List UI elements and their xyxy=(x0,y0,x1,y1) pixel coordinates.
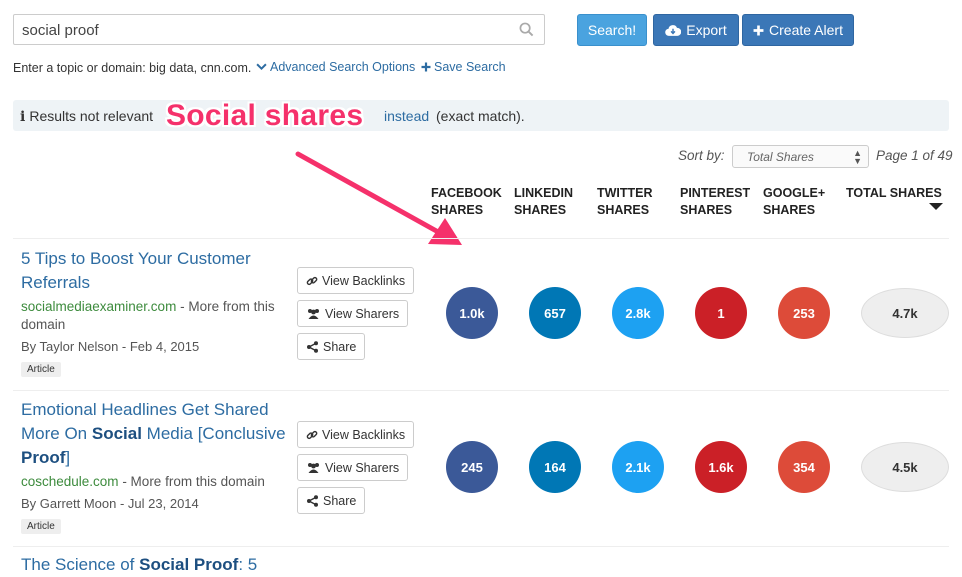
result-byline: By Taylor Nelson - Feb 4, 2015 xyxy=(21,339,200,354)
pinterest-shares-count: 1.6k xyxy=(695,441,747,493)
twitter-shares-count: 2.1k xyxy=(612,441,664,493)
more-from-domain[interactable]: - More from this domain xyxy=(119,474,265,489)
save-search-link[interactable]: Save Search xyxy=(421,60,506,74)
link-icon xyxy=(306,430,318,439)
chevron-down-icon xyxy=(256,63,267,71)
search-button-label: Search! xyxy=(587,22,637,38)
total-shares-count: 4.7k xyxy=(861,288,949,338)
info-icon: i xyxy=(20,109,26,125)
sort-caret-icon[interactable] xyxy=(929,203,943,210)
search-input[interactable] xyxy=(20,21,504,40)
export-button-label: Export xyxy=(686,22,727,38)
plus-icon xyxy=(753,25,764,35)
domain-link[interactable]: coschedule.com xyxy=(21,474,119,489)
save-search-label: Save Search xyxy=(434,60,506,74)
divider xyxy=(13,238,949,239)
sort-selected: Total Shares xyxy=(747,150,814,164)
create-alert-label: Create Alert xyxy=(769,22,843,38)
facebook-shares-count: 245 xyxy=(446,441,498,493)
search-icon[interactable] xyxy=(519,22,534,42)
search-hint: Enter a topic or domain: big data, cnn.c… xyxy=(13,61,252,75)
select-arrows-icon: ▲ ▼ xyxy=(853,148,862,166)
result-domain: socialmediaexaminer.com - More from this… xyxy=(21,298,296,334)
view-sharers-button[interactable]: View Sharers xyxy=(297,454,409,481)
col-total-shares[interactable]: TOTAL SHARES xyxy=(846,185,942,202)
twitter-shares-count: 2.8k xyxy=(612,287,664,339)
share-button[interactable]: Share xyxy=(297,487,366,514)
googleplus-shares-count: 354 xyxy=(778,441,830,493)
result-byline: By Garrett Moon - Jul 23, 2014 xyxy=(21,496,199,511)
notice-link[interactable]: instead xyxy=(384,108,429,124)
total-shares-count: 4.5k xyxy=(861,442,949,492)
article-badge: Article xyxy=(21,519,61,534)
view-sharers-label: View Sharers xyxy=(325,306,400,321)
result-title[interactable]: 5 Tips to Boost Your Customer Referrals xyxy=(21,247,291,295)
notice-text: i Results not relevant xyxy=(20,108,154,125)
domain-link[interactable]: socialmediaexaminer.com xyxy=(21,299,176,314)
search-box[interactable] xyxy=(13,14,545,45)
googleplus-shares-count: 253 xyxy=(778,287,830,339)
view-sharers-label: View Sharers xyxy=(325,460,400,475)
plus-icon xyxy=(421,62,431,72)
sort-label: Sort by: xyxy=(678,148,725,163)
view-backlinks-label: View Backlinks xyxy=(322,273,406,288)
users-icon xyxy=(308,463,319,473)
share-icon xyxy=(307,340,318,353)
share-button[interactable]: Share xyxy=(297,333,366,360)
divider xyxy=(13,546,949,547)
link-icon xyxy=(306,276,318,285)
view-backlinks-button[interactable]: View Backlinks xyxy=(297,267,415,294)
advanced-search-label: Advanced Search Options xyxy=(270,60,416,74)
search-button[interactable]: Search! xyxy=(577,14,647,46)
linkedin-shares-count: 657 xyxy=(529,287,581,339)
sort-select[interactable]: Total Shares ▲ ▼ xyxy=(732,145,869,168)
col-pinterest-shares[interactable]: PINTEREST SHARES xyxy=(680,185,750,219)
view-backlinks-button[interactable]: View Backlinks xyxy=(297,421,415,448)
col-linkedin-shares[interactable]: LINKEDIN SHARES xyxy=(514,185,573,219)
notice-tail: (exact match). xyxy=(436,108,525,124)
article-badge: Article xyxy=(21,362,61,377)
pinterest-shares-count: 1 xyxy=(695,287,747,339)
facebook-shares-count: 1.0k xyxy=(446,287,498,339)
divider xyxy=(13,390,949,391)
result-title[interactable]: Emotional Headlines Get Shared More On S… xyxy=(21,398,291,470)
col-googleplus-shares[interactable]: GOOGLE+ SHARES xyxy=(763,185,825,219)
page-info: Page 1 of 49 xyxy=(876,148,953,163)
result-title[interactable]: The Science of Social Proof: 5 xyxy=(21,553,421,577)
share-label: Share xyxy=(323,339,357,354)
col-facebook-shares[interactable]: FACEBOOK SHARES xyxy=(431,185,502,219)
cloud-download-icon xyxy=(665,24,682,36)
annotation-label: Social shares xyxy=(166,99,364,132)
view-sharers-button[interactable]: View Sharers xyxy=(297,300,409,327)
export-button[interactable]: Export xyxy=(653,14,739,46)
advanced-search-link[interactable]: Advanced Search Options xyxy=(256,60,415,74)
view-backlinks-label: View Backlinks xyxy=(322,427,406,442)
create-alert-button[interactable]: Create Alert xyxy=(742,14,854,46)
col-twitter-shares[interactable]: TWITTER SHARES xyxy=(597,185,653,219)
users-icon xyxy=(308,309,319,319)
share-icon xyxy=(307,494,318,507)
linkedin-shares-count: 164 xyxy=(529,441,581,493)
share-label: Share xyxy=(323,493,357,508)
result-domain: coschedule.com - More from this domain xyxy=(21,473,296,491)
